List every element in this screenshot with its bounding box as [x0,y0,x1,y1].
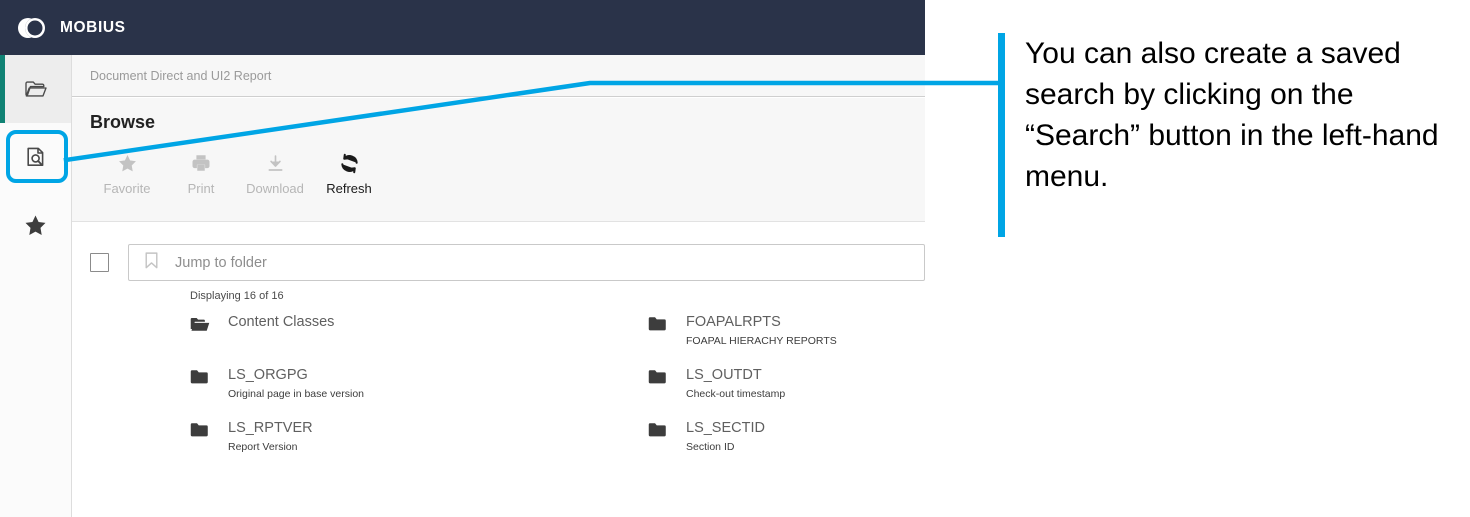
list-item[interactable]: Content Classes [190,314,648,348]
folder-icon [190,367,210,390]
page-header-block: Browse Favorite Print Download Refresh [72,98,925,222]
annotation-callout: You can also create a saved search by cl… [998,33,1470,237]
breadcrumb: Document Direct and UI2 Report [72,55,925,97]
list-item[interactable]: FOAPALRPTS FOAPAL HIERACHY REPORTS [648,314,925,348]
search-button-highlight [6,130,68,183]
folder-description: Original page in base version [228,388,364,400]
folder-icon [648,367,668,390]
list-item[interactable]: LS_RPTVER Report Version [190,420,648,454]
jump-to-folder-row: Jump to folder [72,244,925,281]
action-toolbar: Favorite Print Download Refresh [90,152,386,196]
print-button-label: Print [187,181,215,196]
star-icon [118,152,137,174]
list-item[interactable]: LS_SECTID Section ID [648,420,925,454]
refresh-button-label: Refresh [326,181,372,196]
page-title: Browse [90,112,156,132]
brand-title: MOBIUS [60,18,126,36]
folder-description: Section ID [686,441,735,453]
folder-open-icon [24,77,48,101]
download-button[interactable]: Download [238,152,312,196]
displaying-count: Displaying 16 of 16 [190,290,284,302]
breadcrumb-text[interactable]: Document Direct and UI2 Report [90,69,271,83]
bookmark-icon [143,251,160,275]
refresh-button[interactable]: Refresh [312,152,386,196]
folder-description: FOAPAL HIERACHY REPORTS [686,335,837,347]
folder-name: LS_RPTVER [228,420,313,436]
app-screenshot: MOBIUS Document Direct and UI2 Report Br… [0,0,925,517]
folder-list-area: Jump to folder Displaying 16 of 16 Conte… [72,222,925,517]
sidebar-item-favorites[interactable] [0,191,71,259]
folder-open-icon [190,314,210,338]
folder-name: LS_ORGPG [228,367,308,383]
folder-name: Content Classes [228,314,335,330]
folder-grid: Content Classes FOAPALRPTS FOAPAL HIERAC… [72,314,925,454]
favorite-button[interactable]: Favorite [90,152,164,196]
select-all-checkbox[interactable] [90,253,109,272]
printer-icon [191,152,211,174]
folder-icon [648,314,668,337]
list-item[interactable]: LS_ORGPG Original page in base version [190,367,648,401]
download-icon [266,152,285,174]
favorite-button-label: Favorite [103,181,151,196]
sidebar-rail [0,55,72,517]
print-button[interactable]: Print [164,152,238,196]
annotation-text: You can also create a saved search by cl… [1025,37,1439,194]
star-icon [23,213,48,238]
app-header: MOBIUS [0,0,925,55]
folder-name: LS_OUTDT [686,367,762,383]
list-item[interactable]: LS_OUTDT Check-out timestamp [648,367,925,401]
download-button-label: Download [246,181,304,196]
mobius-circles-logo-icon [18,17,45,38]
jump-to-folder-input[interactable]: Jump to folder [128,244,925,281]
sidebar-item-browse[interactable] [0,55,71,123]
folder-icon [648,420,668,443]
folder-name: FOAPALRPTS [686,314,781,330]
folder-description: Report Version [228,441,298,453]
folder-name: LS_SECTID [686,420,765,436]
folder-description: Check-out timestamp [686,388,786,400]
refresh-icon [339,152,360,174]
folder-icon [190,420,210,443]
jump-to-folder-placeholder: Jump to folder [175,254,267,271]
